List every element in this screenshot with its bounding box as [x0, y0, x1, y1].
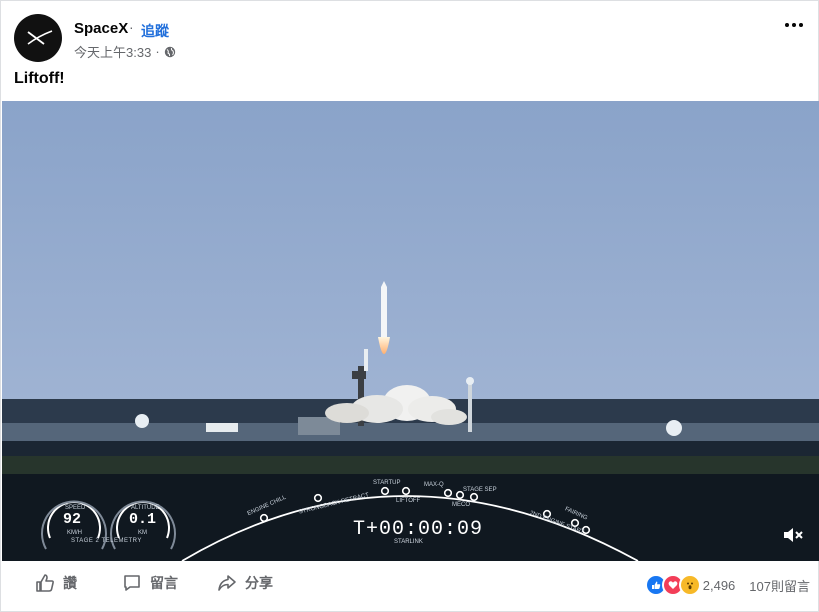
avatar[interactable] — [14, 14, 62, 62]
share-icon — [218, 575, 236, 591]
mission-name: STARLINK — [394, 539, 423, 545]
action-bar: 讚 留言 分享 2,496 107則留言 — [1, 561, 818, 611]
header-separator: · — [129, 19, 134, 35]
like-label: 讚 — [63, 575, 77, 591]
post-card: SpaceX · 追蹤 今天上午3:33 · Liftoff! SPEED 92… — [0, 0, 819, 612]
comment-icon — [124, 575, 140, 591]
comment-count[interactable]: 107則留言 — [749, 576, 810, 595]
volume-muted-icon[interactable] — [781, 523, 805, 547]
altitude-value: 0.1 — [129, 511, 157, 528]
telemetry-label: STAGE 2 TELEMETRY — [71, 538, 142, 544]
meta-separator: · — [155, 44, 160, 59]
post-caption: Liftoff! — [14, 70, 65, 87]
like-button[interactable]: 讚 — [35, 573, 77, 593]
launch-scene — [2, 101, 819, 561]
altitude-unit: KM — [138, 530, 147, 536]
comment-label: 留言 — [150, 575, 178, 591]
event-label: MECO — [452, 502, 470, 508]
speed-unit: KM/H — [67, 530, 82, 536]
author-name[interactable]: SpaceX — [74, 20, 128, 37]
post-meta: 今天上午3:33 · — [74, 42, 176, 61]
video-player[interactable]: SPEED 92 KM/H ALTITUDE 0.1 KM STAGE 2 TE… — [2, 101, 819, 561]
share-button[interactable]: 分享 — [217, 573, 273, 593]
reaction-summary[interactable]: 2,496 107則留言 — [644, 574, 810, 596]
event-label: STAGE SEP — [463, 487, 497, 493]
event-label: LIFTOFF — [396, 498, 421, 504]
share-label: 分享 — [245, 575, 273, 591]
reaction-count: 2,496 — [702, 577, 736, 593]
globe-icon[interactable] — [164, 46, 176, 58]
follow-button[interactable]: 追蹤 — [141, 21, 169, 41]
spacex-logo-icon — [27, 30, 53, 45]
more-icon[interactable] — [782, 13, 806, 37]
speed-value: 92 — [63, 511, 82, 528]
comment-button[interactable]: 留言 — [122, 573, 178, 593]
event-label: MAX-Q — [424, 482, 444, 488]
wow-reaction-icon — [678, 574, 701, 596]
post-header: SpaceX · 追蹤 今天上午3:33 · — [1, 1, 818, 65]
timestamp[interactable]: 今天上午3:33 — [74, 42, 151, 61]
mission-timer: T+00:00:09 — [353, 518, 484, 541]
event-label: STARTUP — [373, 480, 401, 486]
thumbs-up-icon — [36, 574, 54, 592]
